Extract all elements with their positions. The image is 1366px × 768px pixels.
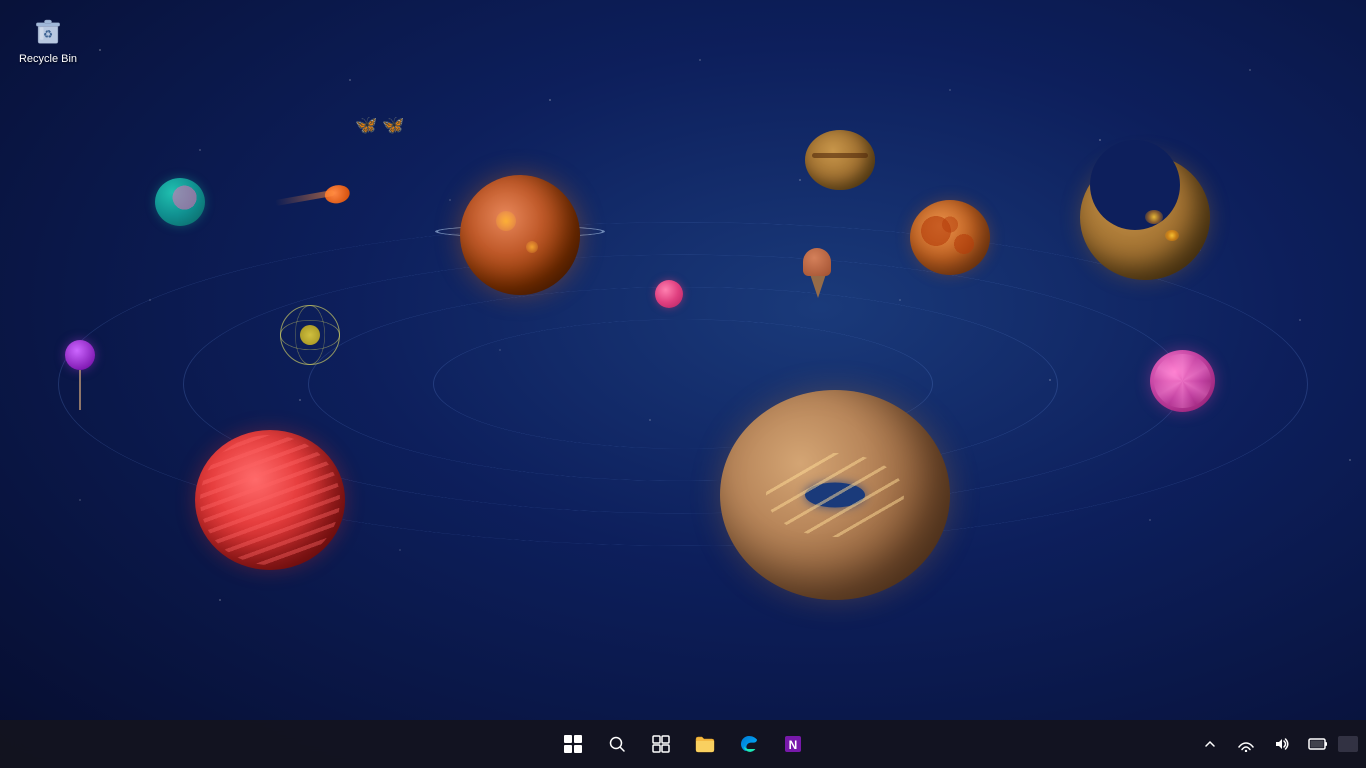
edge-icon <box>739 734 759 754</box>
planet-saturn <box>460 175 580 295</box>
recycle-bin-icon[interactable]: ♻ Recycle Bin <box>8 5 88 70</box>
birds-decoration: 🦋 🦋 <box>355 115 405 136</box>
lollipop-decoration <box>65 340 95 410</box>
search-icon <box>608 735 626 753</box>
planet-cookie <box>805 130 875 190</box>
onenote-icon: N <box>783 734 803 754</box>
desktop: ♻ Recycle Bin 🦋 🦋 <box>0 0 1366 768</box>
gyroscope-planet <box>275 300 345 370</box>
search-button[interactable] <box>597 724 637 764</box>
svg-text:♻: ♻ <box>43 29 53 41</box>
task-view-button[interactable] <box>641 724 681 764</box>
planet-purple <box>1150 350 1215 412</box>
planet-orange <box>910 200 990 275</box>
recycle-bin-image: ♻ <box>28 9 68 49</box>
moon-eye-1 <box>1145 210 1163 224</box>
icecream-decoration <box>800 248 835 308</box>
volume-button[interactable] <box>1266 728 1298 760</box>
network-button[interactable] <box>1230 728 1262 760</box>
taskbar-center: N <box>553 724 813 764</box>
moon-eye-2 <box>1165 230 1179 241</box>
lollipop-stick <box>79 370 81 410</box>
gyroscope-core <box>300 325 320 345</box>
planet-teal <box>155 178 205 226</box>
taskbar-right <box>1194 728 1358 760</box>
lollipop-head <box>65 340 95 370</box>
battery-button[interactable] <box>1302 728 1334 760</box>
chevron-up-icon <box>1204 738 1216 750</box>
task-view-icon <box>652 735 670 753</box>
network-icon <box>1238 736 1254 752</box>
start-button[interactable] <box>553 724 593 764</box>
battery-icon <box>1308 736 1328 752</box>
planet-donut <box>720 390 950 600</box>
edge-button[interactable] <box>729 724 769 764</box>
windows-logo-icon <box>564 735 582 753</box>
recycle-bin-label: Recycle Bin <box>19 53 77 66</box>
svg-text:N: N <box>789 738 798 752</box>
volume-icon <box>1274 736 1290 752</box>
planet-pink-small <box>655 280 683 308</box>
show-hidden-icons-button[interactable] <box>1194 728 1226 760</box>
taskbar: N <box>0 720 1366 768</box>
notification-tray[interactable] <box>1338 736 1358 752</box>
folder-icon <box>695 735 715 753</box>
planet-red <box>195 430 345 570</box>
onenote-button[interactable]: N <box>773 724 813 764</box>
file-explorer-button[interactable] <box>685 724 725 764</box>
